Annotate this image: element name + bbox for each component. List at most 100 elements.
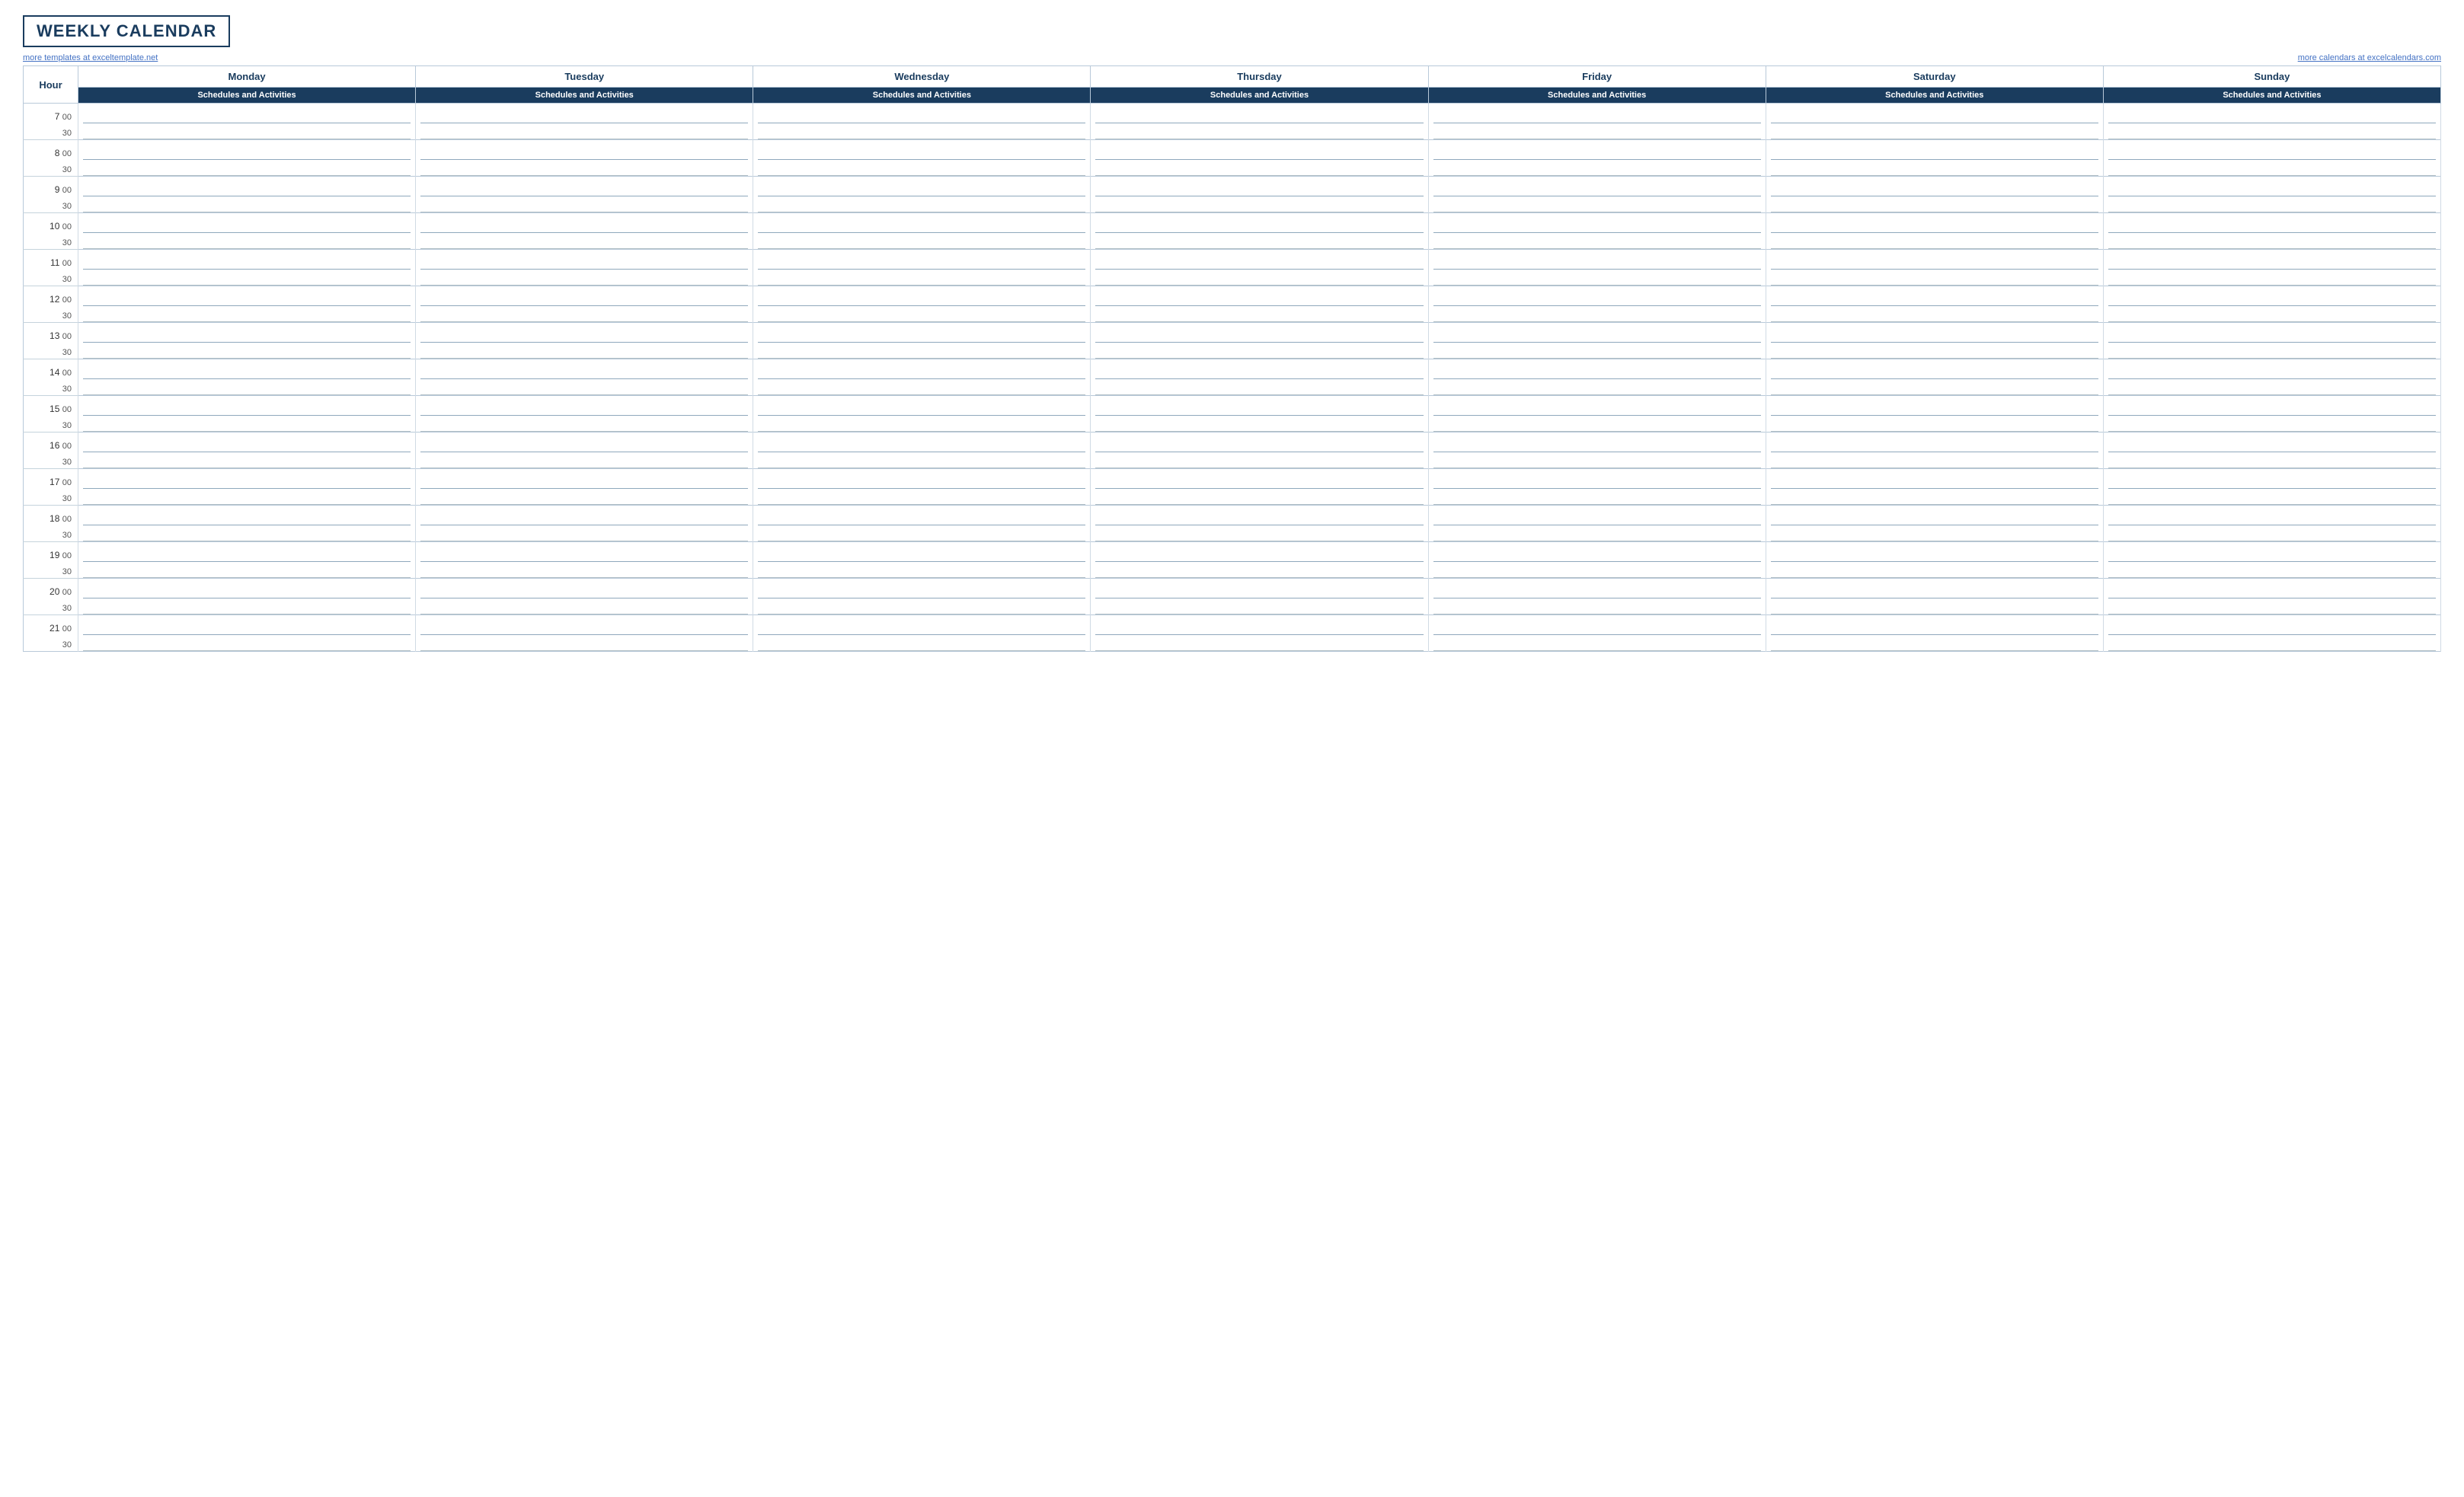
schedule-cell[interactable] xyxy=(78,140,416,160)
schedule-cell[interactable] xyxy=(2103,598,2440,615)
schedule-cell[interactable] xyxy=(2103,270,2440,286)
schedule-cell[interactable] xyxy=(1766,579,2103,598)
schedule-cell[interactable] xyxy=(78,525,416,542)
schedule-cell[interactable] xyxy=(78,635,416,652)
schedule-cell[interactable] xyxy=(753,306,1091,323)
schedule-cell[interactable] xyxy=(753,562,1091,579)
schedule-cell[interactable] xyxy=(2103,452,2440,469)
schedule-cell[interactable] xyxy=(1428,123,1766,140)
schedule-cell[interactable] xyxy=(1766,433,2103,452)
schedule-cell[interactable] xyxy=(2103,489,2440,506)
schedule-cell[interactable] xyxy=(753,506,1091,525)
schedule-cell[interactable] xyxy=(416,177,753,196)
schedule-cell[interactable] xyxy=(416,306,753,323)
schedule-cell[interactable] xyxy=(753,286,1091,306)
schedule-cell[interactable] xyxy=(1766,416,2103,433)
schedule-cell[interactable] xyxy=(753,123,1091,140)
schedule-cell[interactable] xyxy=(753,416,1091,433)
schedule-cell[interactable] xyxy=(1428,233,1766,250)
schedule-cell[interactable] xyxy=(416,506,753,525)
schedule-cell[interactable] xyxy=(2103,286,2440,306)
schedule-cell[interactable] xyxy=(1091,469,1428,489)
schedule-cell[interactable] xyxy=(1091,635,1428,652)
schedule-cell[interactable] xyxy=(416,433,753,452)
schedule-cell[interactable] xyxy=(753,250,1091,270)
schedule-cell[interactable] xyxy=(78,270,416,286)
schedule-cell[interactable] xyxy=(1091,286,1428,306)
schedule-cell[interactable] xyxy=(1766,306,2103,323)
schedule-cell[interactable] xyxy=(416,123,753,140)
schedule-cell[interactable] xyxy=(78,343,416,359)
schedule-cell[interactable] xyxy=(416,379,753,396)
schedule-cell[interactable] xyxy=(416,343,753,359)
schedule-cell[interactable] xyxy=(78,123,416,140)
schedule-cell[interactable] xyxy=(1766,213,2103,233)
schedule-cell[interactable] xyxy=(1766,160,2103,177)
schedule-cell[interactable] xyxy=(1091,306,1428,323)
schedule-cell[interactable] xyxy=(1428,379,1766,396)
schedule-cell[interactable] xyxy=(78,286,416,306)
schedule-cell[interactable] xyxy=(78,250,416,270)
schedule-cell[interactable] xyxy=(416,213,753,233)
schedule-cell[interactable] xyxy=(78,469,416,489)
schedule-cell[interactable] xyxy=(78,323,416,343)
schedule-cell[interactable] xyxy=(2103,140,2440,160)
schedule-cell[interactable] xyxy=(2103,433,2440,452)
schedule-cell[interactable] xyxy=(1766,323,2103,343)
schedule-cell[interactable] xyxy=(753,140,1091,160)
link-right[interactable]: more calendars at excelcalendars.com xyxy=(2298,53,2441,62)
schedule-cell[interactable] xyxy=(416,525,753,542)
schedule-cell[interactable] xyxy=(78,233,416,250)
schedule-cell[interactable] xyxy=(2103,213,2440,233)
schedule-cell[interactable] xyxy=(1091,615,1428,635)
schedule-cell[interactable] xyxy=(1091,416,1428,433)
schedule-cell[interactable] xyxy=(2103,542,2440,562)
schedule-cell[interactable] xyxy=(1091,233,1428,250)
schedule-cell[interactable] xyxy=(753,598,1091,615)
schedule-cell[interactable] xyxy=(416,104,753,123)
schedule-cell[interactable] xyxy=(1766,123,2103,140)
schedule-cell[interactable] xyxy=(78,359,416,379)
schedule-cell[interactable] xyxy=(1091,250,1428,270)
schedule-cell[interactable] xyxy=(1428,160,1766,177)
schedule-cell[interactable] xyxy=(2103,123,2440,140)
schedule-cell[interactable] xyxy=(2103,396,2440,416)
schedule-cell[interactable] xyxy=(1091,160,1428,177)
schedule-cell[interactable] xyxy=(1091,433,1428,452)
schedule-cell[interactable] xyxy=(1091,140,1428,160)
schedule-cell[interactable] xyxy=(1428,489,1766,506)
schedule-cell[interactable] xyxy=(1091,489,1428,506)
schedule-cell[interactable] xyxy=(753,213,1091,233)
schedule-cell[interactable] xyxy=(416,160,753,177)
schedule-cell[interactable] xyxy=(2103,635,2440,652)
schedule-cell[interactable] xyxy=(1091,177,1428,196)
schedule-cell[interactable] xyxy=(416,579,753,598)
schedule-cell[interactable] xyxy=(1091,213,1428,233)
schedule-cell[interactable] xyxy=(2103,160,2440,177)
schedule-cell[interactable] xyxy=(1428,598,1766,615)
schedule-cell[interactable] xyxy=(1766,598,2103,615)
schedule-cell[interactable] xyxy=(1428,469,1766,489)
schedule-cell[interactable] xyxy=(416,359,753,379)
schedule-cell[interactable] xyxy=(1428,542,1766,562)
schedule-cell[interactable] xyxy=(1766,542,2103,562)
schedule-cell[interactable] xyxy=(416,196,753,213)
schedule-cell[interactable] xyxy=(1766,140,2103,160)
schedule-cell[interactable] xyxy=(416,615,753,635)
schedule-cell[interactable] xyxy=(416,140,753,160)
schedule-cell[interactable] xyxy=(1766,525,2103,542)
schedule-cell[interactable] xyxy=(753,233,1091,250)
schedule-cell[interactable] xyxy=(753,635,1091,652)
schedule-cell[interactable] xyxy=(1766,615,2103,635)
schedule-cell[interactable] xyxy=(1428,323,1766,343)
schedule-cell[interactable] xyxy=(78,506,416,525)
schedule-cell[interactable] xyxy=(78,542,416,562)
schedule-cell[interactable] xyxy=(1091,542,1428,562)
schedule-cell[interactable] xyxy=(1428,635,1766,652)
schedule-cell[interactable] xyxy=(2103,343,2440,359)
schedule-cell[interactable] xyxy=(1766,396,2103,416)
schedule-cell[interactable] xyxy=(78,213,416,233)
schedule-cell[interactable] xyxy=(78,396,416,416)
schedule-cell[interactable] xyxy=(1091,506,1428,525)
schedule-cell[interactable] xyxy=(78,416,416,433)
